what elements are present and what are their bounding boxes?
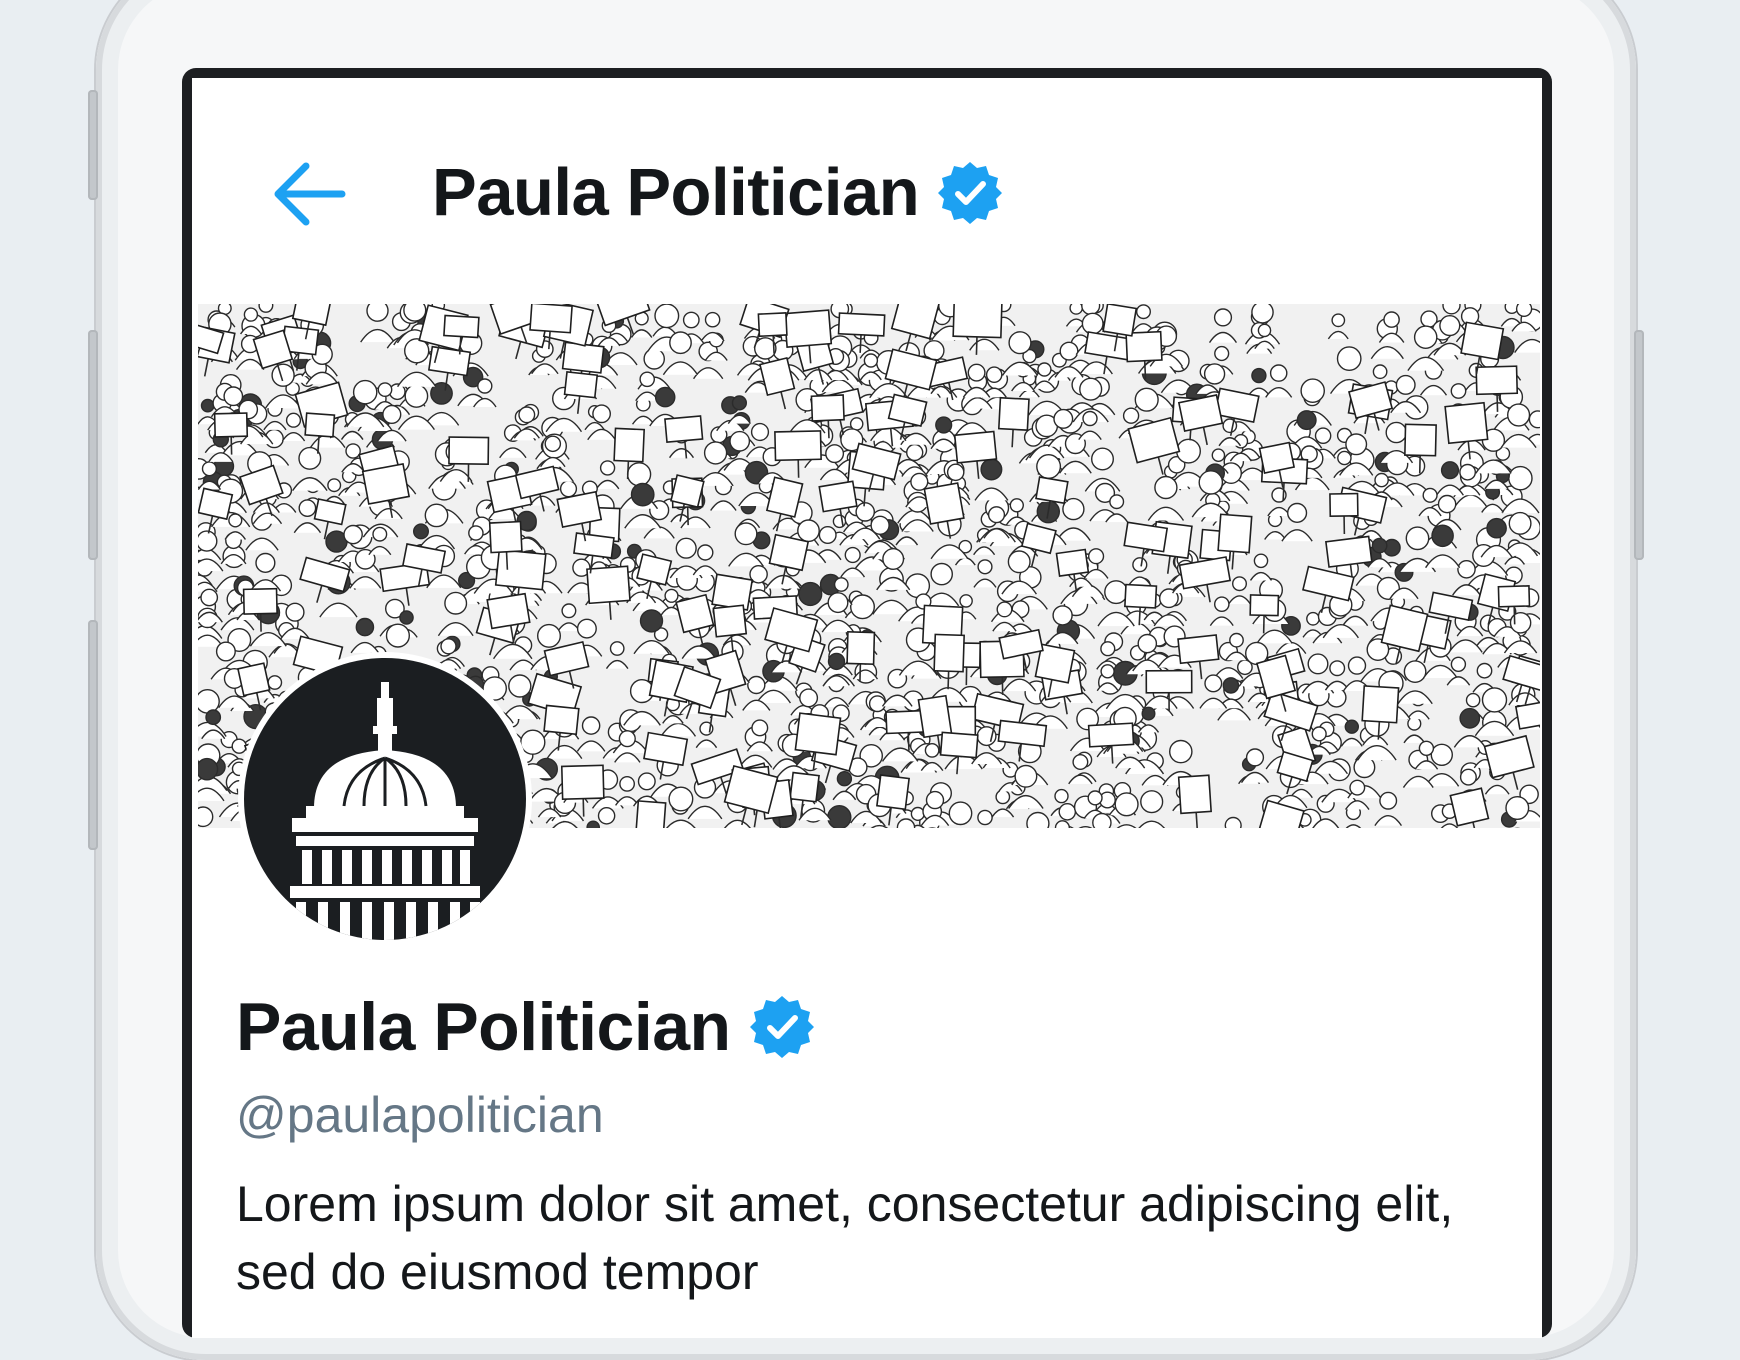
mute-switch xyxy=(88,90,98,200)
profile-display-name: Paula Politician xyxy=(236,988,731,1066)
header-title: Paula Politician xyxy=(432,154,919,231)
power-button xyxy=(1634,330,1644,560)
arrow-left-icon xyxy=(268,152,352,236)
volume-up-button xyxy=(88,330,98,560)
phone-screen: Paula Politician xyxy=(182,68,1552,1338)
profile-avatar[interactable] xyxy=(238,652,532,946)
profile-page: Paula Politician xyxy=(192,78,1542,1338)
volume-down-button xyxy=(88,620,98,850)
profile-handle: @paulapolitician xyxy=(236,1086,604,1144)
verified-badge-icon xyxy=(937,160,1003,226)
profile-bio: Lorem ipsum dolor sit amet, consectetur … xyxy=(236,1170,1496,1306)
capitol-dome-icon xyxy=(244,658,526,940)
profile-name-group: Paula Politician xyxy=(236,988,815,1066)
verified-badge-icon xyxy=(749,994,815,1060)
back-button[interactable] xyxy=(268,152,352,236)
top-navigation-bar: Paula Politician xyxy=(192,78,1542,298)
header-title-group: Paula Politician xyxy=(432,154,1003,231)
